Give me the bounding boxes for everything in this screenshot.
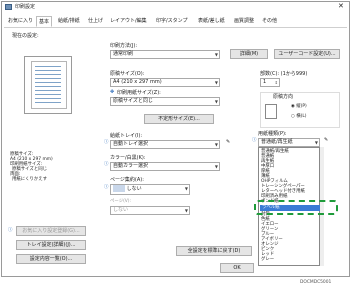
- paper-type-label: 用紙種類(P):: [258, 131, 287, 137]
- tray-value: 自動トレイ選択: [113, 141, 149, 147]
- chevron-down-icon: ▼: [214, 99, 218, 104]
- chevron-down-icon: ▼: [184, 208, 188, 213]
- edit-icon[interactable]: ✎: [226, 140, 230, 145]
- info-icon: ⓘ: [252, 138, 257, 143]
- basic-panel: 現在の設定: 原稿サイズ: A4 (210 x 297 mm) 印刷用紙サイズ:…: [4, 27, 347, 275]
- paper-type-value: 普通紙/再生紙: [261, 139, 293, 145]
- orientation-group: 原稿方向 ◉ 縦(P) ○ 横(L): [260, 92, 340, 128]
- paper-size-label: 原稿サイズ(O):: [110, 71, 145, 77]
- printer-icon: [5, 4, 12, 10]
- tab-finishing[interactable]: 仕上げ: [86, 16, 105, 27]
- title-bar: 印刷設定 ✕: [2, 2, 349, 14]
- ok-button[interactable]: OK: [220, 263, 254, 273]
- tray-settings-button[interactable]: トレイ設定(詳細)(J)...: [16, 240, 86, 250]
- tab-cover[interactable]: 表紙/差し紙: [196, 16, 227, 27]
- portrait-label: 縦(P): [296, 104, 307, 109]
- copies-label: 部数(C): (1から999): [260, 71, 308, 77]
- orientation-label: 原稿方向: [273, 94, 294, 100]
- chevron-down-icon: ▼: [184, 186, 188, 191]
- tab-basic[interactable]: 基本: [36, 16, 53, 27]
- stepper-icon: ⇕: [274, 80, 278, 85]
- chevron-down-icon: ▼: [314, 140, 318, 145]
- pages-label: ページ(V):: [110, 199, 131, 204]
- tray-select[interactable]: 自動トレイ選択 ▼: [110, 140, 220, 149]
- dropdown-option[interactable]: グレー: [259, 257, 274, 262]
- chevron-down-icon: ▼: [214, 52, 218, 57]
- pages-value: しない: [113, 207, 129, 213]
- job-type-label: 印刷方法(J):: [110, 43, 138, 49]
- tab-favorites[interactable]: お気に入り: [6, 16, 35, 27]
- info-icon: ⓘ: [104, 140, 109, 145]
- current-settings-label: 現在の設定:: [12, 33, 39, 39]
- tab-bar: お気に入り 基本 給紙/排紙 仕上げ レイアウト/編集 印字/スタンプ 表紙/差…: [4, 16, 347, 27]
- user-code-button[interactable]: ユーザーコード設定(U)...: [274, 49, 340, 59]
- paper-type-select[interactable]: 普通紙/再生紙 ▼: [258, 138, 320, 147]
- portrait-icon: [265, 104, 277, 119]
- info-icon: ⓘ: [104, 162, 109, 167]
- color-select[interactable]: 自動カラー選択 ▼: [110, 162, 220, 171]
- pages-select[interactable]: しない ▼: [110, 206, 190, 215]
- info-icon: ⓘ: [8, 228, 13, 233]
- copies-value: 1: [263, 79, 267, 85]
- chevron-down-icon: ▼: [214, 164, 218, 169]
- tab-other[interactable]: その他: [260, 16, 279, 27]
- duplex-select[interactable]: しない ▼: [110, 184, 190, 195]
- chevron-down-icon: ▼: [214, 142, 218, 147]
- tray-label: 給紙トレイ(I):: [110, 133, 143, 139]
- landscape-label: 横(L): [296, 114, 307, 119]
- paper-size-value: A4 (210 x 297 mm): [113, 79, 162, 85]
- portrait-radio[interactable]: ◉ 縦(P): [291, 104, 307, 109]
- paper-size-select[interactable]: A4 (210 x 297 mm) ▼: [110, 78, 220, 87]
- print-settings-window: 印刷設定 ✕ お気に入り 基本 給紙/排紙 仕上げ レイアウト/編集 印字/スタ…: [1, 1, 350, 277]
- landscape-radio[interactable]: ○ 横(L): [291, 114, 307, 119]
- restore-defaults-button[interactable]: 全設定を標準に戻す(D): [176, 246, 252, 256]
- highlight-marker: [254, 200, 338, 215]
- close-icon[interactable]: ✕: [338, 3, 344, 10]
- duplex-value: しない: [126, 186, 142, 192]
- job-type-select[interactable]: 通常印刷 ▼: [110, 50, 220, 59]
- color-label: カラー/白黒(K):: [110, 155, 146, 161]
- print-size-select[interactable]: 原稿サイズと同じ ▼: [110, 97, 220, 106]
- print-size-label: 印刷用紙サイズ(Z):: [117, 90, 161, 96]
- print-size-value: 原稿サイズと同じ: [113, 98, 153, 104]
- tab-stamp[interactable]: 印字/スタンプ: [154, 16, 190, 27]
- page-preview: [24, 56, 72, 114]
- settings-list-button[interactable]: 設定内容一覧(O)...: [16, 254, 86, 264]
- tab-paper-feed[interactable]: 給紙/排紙: [56, 16, 82, 27]
- job-type-value: 通常印刷: [113, 51, 134, 57]
- copies-input[interactable]: 1 ⇕: [260, 78, 280, 87]
- duplex-icon: [113, 185, 125, 192]
- window-title: 印刷設定: [15, 4, 36, 10]
- chevron-down-icon: ▼: [214, 80, 218, 85]
- duplex-label: ページ集約(A):: [110, 177, 144, 183]
- summary-duplex-value: 用紙にくりかえす: [12, 177, 48, 182]
- custom-size-button[interactable]: 不定形サイズ(E)...: [144, 114, 214, 124]
- info-icon: ⓘ: [104, 185, 109, 190]
- tab-layout[interactable]: レイアウト/編集: [108, 16, 149, 27]
- detail-button[interactable]: 詳細(M): [230, 49, 268, 59]
- color-value: 自動カラー選択: [113, 163, 149, 169]
- register-favorite-button[interactable]: お気に入り設定登録(G)...: [16, 226, 86, 236]
- tab-quality[interactable]: 画質調整: [232, 16, 256, 27]
- figure-caption: DOCMDC5001: [300, 280, 332, 285]
- edit-icon[interactable]: ✎: [324, 138, 328, 143]
- print-size-icon: ✥: [110, 89, 115, 95]
